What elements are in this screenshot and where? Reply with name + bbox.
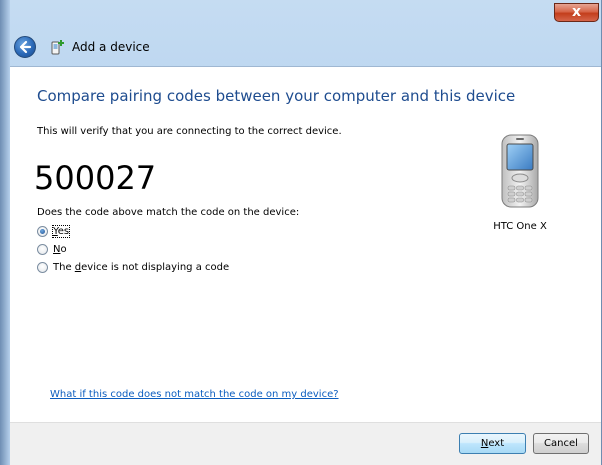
wizard-window: x Add a device Compare pairing codes bet… <box>0 0 602 465</box>
wizard-footer: Next Cancel <box>10 422 601 465</box>
radio-button-no-code[interactable] <box>37 261 48 273</box>
mobile-phone-icon <box>501 134 539 208</box>
wizard-content: Compare pairing codes between your compu… <box>10 66 601 422</box>
button-label: ext <box>488 438 505 449</box>
radio-button-no[interactable] <box>37 243 48 255</box>
label-suffix: evice is not displaying a code <box>81 261 230 273</box>
close-icon: x <box>571 4 582 20</box>
radio-label-no[interactable]: No <box>53 244 67 255</box>
radio-button-yes[interactable] <box>37 225 48 237</box>
window-title: Add a device <box>72 40 150 54</box>
radio-option-no-code[interactable]: The device is not displaying a code <box>37 259 229 275</box>
radio-label-no-code[interactable]: The device is not displaying a code <box>53 262 229 273</box>
back-button[interactable] <box>14 36 36 58</box>
help-link[interactable]: What if this code does not match the cod… <box>50 389 339 400</box>
pairing-code: 500027 <box>34 159 157 197</box>
next-button[interactable]: Next <box>459 433 526 454</box>
radio-label-yes[interactable]: Yes <box>51 224 71 238</box>
match-question: Does the code above match the code on th… <box>37 207 300 218</box>
close-button[interactable]: x <box>554 3 599 22</box>
wizard-header: Add a device <box>10 30 601 66</box>
radio-option-yes[interactable]: Yes <box>37 223 71 239</box>
cancel-button[interactable]: Cancel <box>533 433 589 454</box>
main-instruction: Compare pairing codes between your compu… <box>37 87 516 105</box>
add-device-icon <box>51 40 64 55</box>
back-arrow-icon <box>19 40 32 54</box>
description-text: This will verify that you are connecting… <box>37 126 342 137</box>
radio-option-no[interactable]: No <box>37 241 67 257</box>
device-name: HTC One X <box>493 221 547 232</box>
label-suffix: es <box>57 225 70 237</box>
label-prefix: The <box>53 261 75 273</box>
label-suffix: o <box>60 243 67 255</box>
window-frame-edge <box>0 0 10 465</box>
